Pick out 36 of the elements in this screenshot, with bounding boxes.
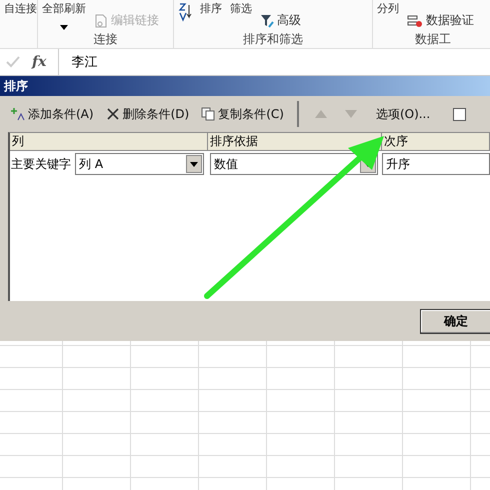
toolbar-button[interactable]: 复制条件(C) [198, 104, 287, 124]
group-label: 数据工 [415, 31, 451, 48]
check-icon [6, 56, 20, 68]
dialog-title: 排序 [0, 76, 490, 96]
order-dropdown[interactable]: 升序 [382, 153, 490, 175]
column-dropdown[interactable]: 列 A [75, 153, 204, 175]
caret-icon [60, 25, 68, 30]
toolbar-button[interactable]: 删除条件(D) [102, 104, 192, 124]
link-document-icon [94, 14, 108, 28]
column-header: 列 [10, 133, 208, 150]
toolbar-button[interactable]: 添加条件(A) [8, 104, 97, 124]
validation-icon [407, 14, 423, 28]
ribbon-button[interactable]: 自连接 [4, 1, 37, 32]
ribbon-button[interactable]: 全部刷新 [42, 1, 86, 31]
sort-icon[interactable] [178, 2, 192, 22]
function-label[interactable]: fx [32, 54, 46, 70]
ribbon-button[interactable]: 数据验证 [407, 10, 474, 31]
ribbon-button[interactable]: 排序 [200, 1, 222, 31]
caret-icon [190, 162, 198, 166]
delete-icon [106, 107, 120, 121]
options-button[interactable]: 选项(O)... [372, 104, 434, 124]
formula-field[interactable]: 李江 [58, 49, 490, 75]
checkbox[interactable] [453, 108, 466, 120]
key-label: 主要关键字 [11, 156, 71, 172]
ok-button[interactable]: 确定 [420, 308, 490, 334]
ribbon-button[interactable]: 筛选 [230, 1, 252, 31]
column-header: 排序依据 [208, 133, 382, 150]
ribbon-button[interactable]: 高级 [260, 10, 301, 31]
sort-on-dropdown[interactable]: 数值 [210, 153, 378, 175]
group-label: 连接 [94, 31, 118, 48]
copy-icon [201, 107, 216, 121]
filter-icon [260, 14, 274, 28]
add-level-icon [11, 107, 25, 121]
group-label: 排序和筛选 [243, 31, 303, 48]
ribbon-button[interactable]: 分列 [377, 1, 399, 31]
column-header: 次序 [382, 133, 490, 150]
